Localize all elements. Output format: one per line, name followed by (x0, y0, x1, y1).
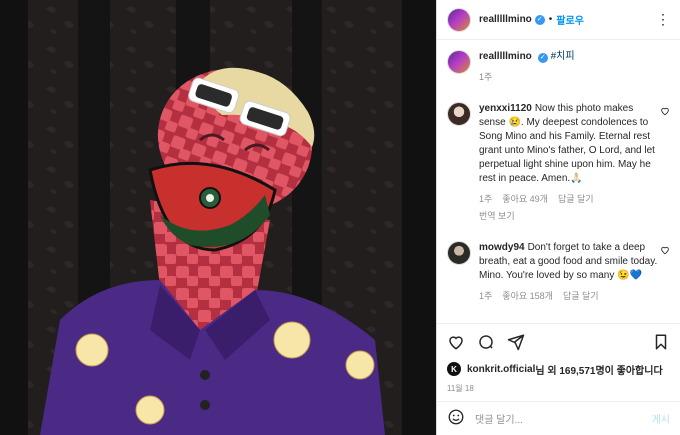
comment-heart-icon[interactable] (660, 106, 670, 116)
comment-likes[interactable]: 좋아요 158개 (502, 289, 553, 303)
comment-time: 1주 (479, 291, 493, 301)
comment-text: Now this photo makes sense 😢. My deepest… (479, 103, 655, 184)
comment-username[interactable]: mowdy94 (479, 242, 525, 253)
comment-input[interactable]: 댓글 달기... (475, 411, 652, 426)
comment-heart-icon[interactable] (660, 245, 670, 255)
caption-time: 1주 (479, 72, 493, 82)
post-dialog: realllllmino ✓ • 팔로우 ⋮ realllllmino ✓ #치피… (0, 0, 680, 435)
more-icon[interactable]: ⋮ (656, 11, 670, 28)
author-avatar[interactable] (447, 7, 471, 32)
comments-list[interactable]: realllllmino ✓ #치피 1주 yenxxi1120 Now this … (437, 40, 680, 323)
post-header: realllllmino ✓ • 팔로우 ⋮ (437, 0, 680, 40)
post-image[interactable] (0, 0, 437, 435)
emoji-icon[interactable] (447, 408, 465, 429)
action-bar (437, 323, 680, 359)
share-icon[interactable] (507, 333, 525, 351)
caption-avatar[interactable] (447, 50, 471, 74)
verified-icon: ✓ (534, 14, 545, 25)
add-comment-bar: 댓글 달기... 게시 (437, 401, 680, 435)
separator-dot: • (548, 14, 553, 25)
liker-username[interactable]: konkrit.official (467, 364, 535, 375)
commenter-avatar[interactable] (447, 102, 471, 126)
follow-button[interactable]: 팔로우 (556, 12, 584, 27)
liker-avatar[interactable]: K (447, 362, 461, 376)
translate-link[interactable]: 번역 보기 (479, 209, 661, 223)
caption-username[interactable]: realllllmino (479, 51, 532, 62)
caption-text[interactable]: #치피 (551, 51, 575, 62)
comment-item: mowdy94 Don't forget to take a deep breat… (447, 241, 670, 303)
post-date: 11월 18 (447, 384, 474, 393)
comment-item: yenxxi1120 Now this photo makes sense 😢. … (447, 102, 670, 223)
cartoon-illustration (0, 0, 436, 435)
comment-username[interactable]: yenxxi1120 (479, 103, 532, 114)
likes-summary: K konkrit.official 님 외 169,571명이 좋아합니다 (437, 359, 680, 379)
post-button[interactable]: 게시 (652, 411, 670, 426)
verified-icon: ✓ (537, 53, 548, 63)
reply-button[interactable]: 답글 달기 (558, 192, 594, 206)
bookmark-icon[interactable] (652, 333, 670, 351)
comment-likes[interactable]: 좋아요 49개 (502, 192, 548, 206)
heart-icon[interactable] (447, 333, 465, 351)
comments-panel: realllllmino ✓ • 팔로우 ⋮ realllllmino ✓ #치피… (437, 0, 680, 435)
likes-count[interactable]: 님 외 169,571명이 좋아합니다 (535, 362, 662, 377)
commenter-avatar[interactable] (447, 241, 471, 265)
author-username[interactable]: realllllmino (479, 14, 532, 25)
reply-button[interactable]: 답글 달기 (563, 289, 599, 303)
comment-time: 1주 (479, 194, 493, 204)
comment-icon[interactable] (477, 333, 495, 351)
caption: realllllmino ✓ #치피 1주 (447, 50, 670, 84)
